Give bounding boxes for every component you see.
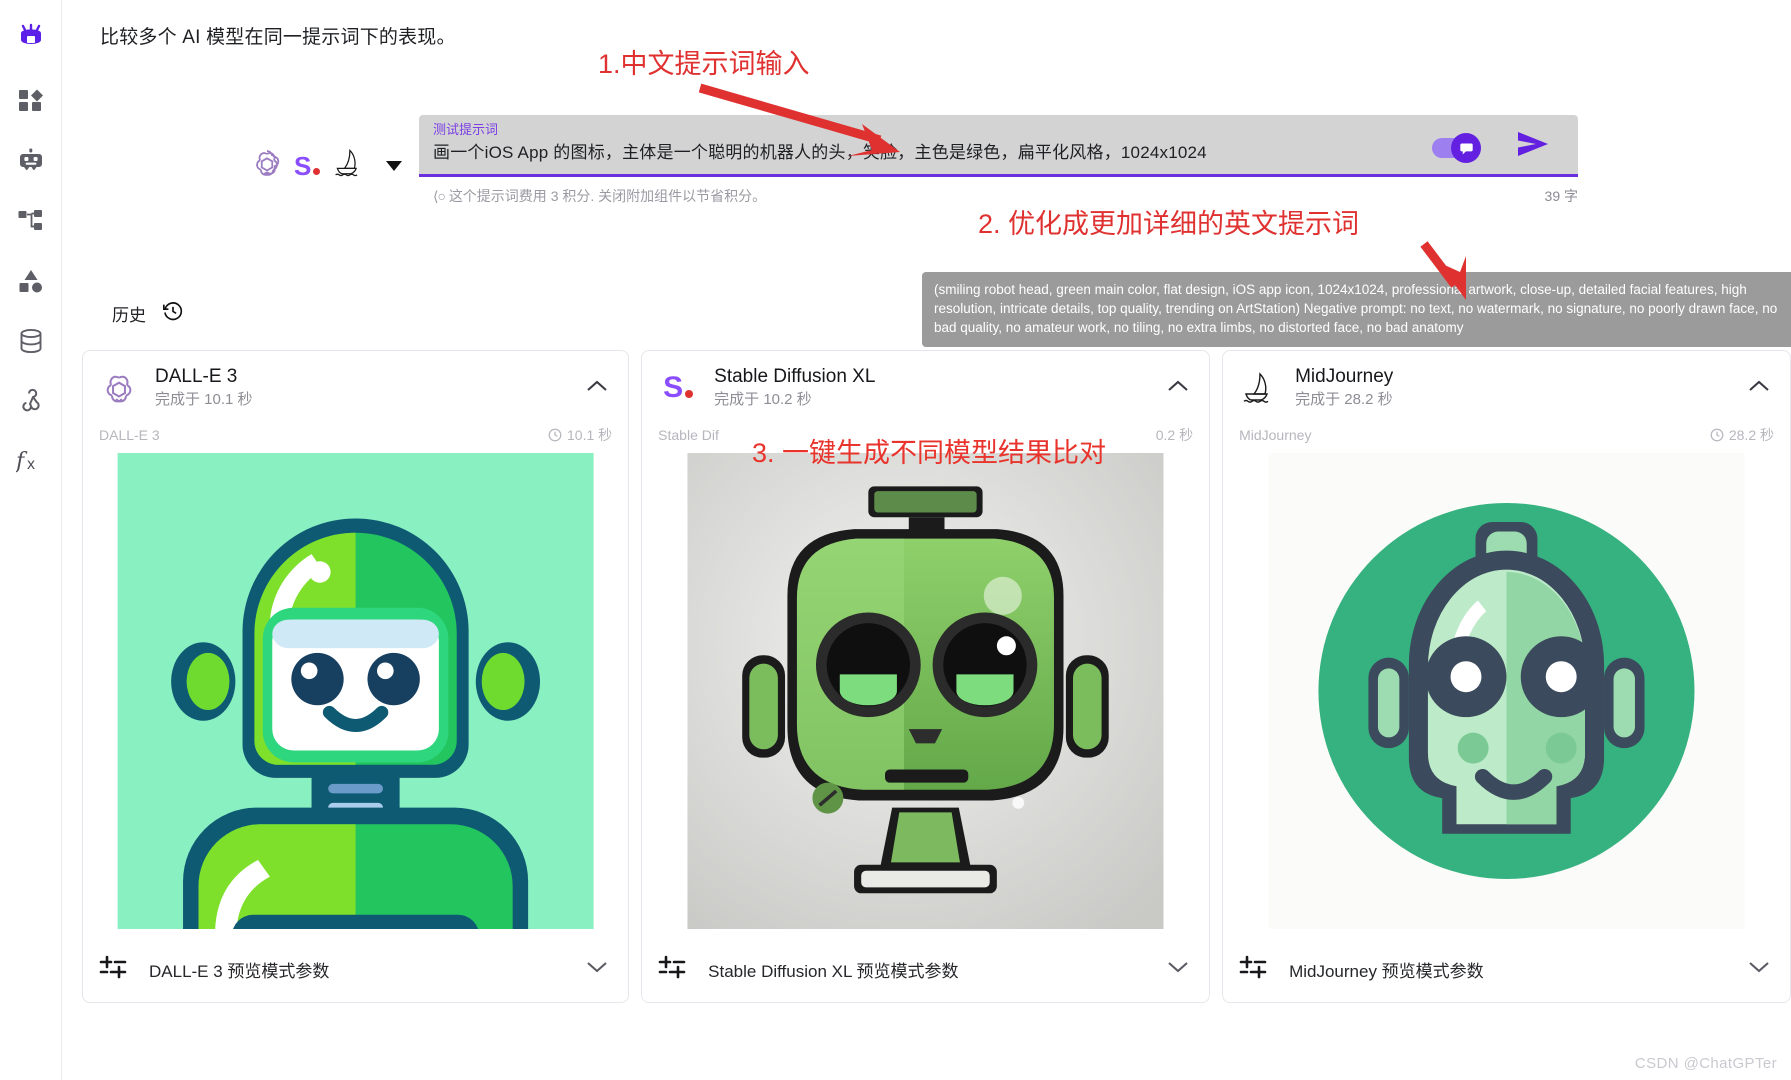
- clock-icon: [548, 428, 562, 442]
- clock-icon: [1710, 428, 1724, 442]
- expand-chevron-down-icon[interactable]: [582, 956, 612, 983]
- card-meta-model: DALL-E 3: [99, 427, 160, 443]
- addons-toggle[interactable]: [1432, 133, 1481, 163]
- logo-icon: [17, 21, 45, 49]
- toggle-knob[interactable]: [1451, 133, 1481, 163]
- midjourney-logo-icon: [1239, 372, 1279, 404]
- prompt-label: 测试提示词: [433, 122, 499, 137]
- sidebar-item-webhook[interactable]: [8, 376, 54, 426]
- card-footer-label: DALL-E 3 预览模式参数: [149, 962, 330, 981]
- card-header: MidJourney 完成于 28.2 秒: [1223, 351, 1790, 421]
- collapse-chevron-up-icon[interactable]: [582, 375, 612, 402]
- sidebar-item-database[interactable]: [8, 316, 54, 366]
- card-meta: MidJourney 28.2 秒: [1223, 421, 1790, 453]
- sidebar-item-workflow[interactable]: [8, 196, 54, 246]
- prompt-input[interactable]: 测试提示词 画一个iOS App 的图标，主体是一个聪明的机器人的头，笑脸，主色…: [419, 115, 1578, 177]
- card-meta-model: MidJourney: [1239, 427, 1312, 443]
- annotation-3-label: 3. 一键生成不同模型结果比对: [752, 438, 1107, 468]
- annotation-1-label: 1.中文提示词输入: [598, 49, 810, 79]
- card-footer[interactable]: MidJourney 预览模式参数: [1223, 939, 1790, 1002]
- midjourney-logo-icon: [332, 148, 366, 183]
- card-subtitle: 完成于 10.2 秒: [714, 391, 812, 408]
- main-content: 比较多个 AI 模型在同一提示词下的表现。 S 测试提示词 画一个iOS App…: [62, 0, 1791, 1080]
- generated-image-dalle3[interactable]: [99, 453, 612, 929]
- card-meta-duration: 10.1 秒: [548, 425, 612, 445]
- sidebar-item-dashboard[interactable]: [8, 76, 54, 126]
- database-icon: [18, 328, 44, 354]
- history-label: 历史: [112, 306, 146, 325]
- sparkle-icon: [1459, 142, 1473, 154]
- card-footer[interactable]: Stable Diffusion XL 预览模式参数: [642, 939, 1209, 1002]
- openai-logo-icon: [99, 371, 139, 405]
- generated-image-midjourney[interactable]: [1239, 453, 1774, 929]
- card-footer-label: Stable Diffusion XL 预览模式参数: [708, 962, 959, 981]
- result-card-midjourney: MidJourney 完成于 28.2 秒 MidJourney 28.2 秒: [1222, 350, 1791, 1003]
- generated-image-wrap: [83, 453, 628, 929]
- svg-text:x: x: [27, 456, 35, 473]
- card-subtitle: 完成于 28.2 秒: [1295, 391, 1393, 408]
- expand-chevron-down-icon[interactable]: [1163, 956, 1193, 983]
- credit-icon: ⟨○: [433, 188, 446, 204]
- send-button[interactable]: [1516, 129, 1550, 164]
- card-meta-duration: 0.2 秒: [1155, 427, 1194, 443]
- card-title: DALL-E 3: [155, 366, 238, 387]
- card-meta-model: Stable Dif: [658, 427, 719, 443]
- prompt-value[interactable]: 画一个iOS App 的图标，主体是一个聪明的机器人的头，笑脸，主色是绿色，扁平…: [433, 138, 1564, 168]
- sidebar-item-function[interactable]: ƒ x: [8, 436, 54, 486]
- card-title: MidJourney: [1295, 366, 1394, 387]
- history-clock-icon[interactable]: [162, 300, 184, 327]
- card-subtitle: 完成于 10.1 秒: [155, 391, 253, 408]
- generated-image-sdxl[interactable]: [658, 453, 1193, 929]
- annotation-2-label: 2. 优化成更加详细的英文提示词: [978, 209, 1360, 239]
- send-icon: [1518, 132, 1548, 156]
- card-footer[interactable]: DALL-E 3 预览模式参数: [83, 939, 628, 1002]
- credit-helper-label: 这个提示词费用 3 积分. 关闭附加组件以节省积分。: [448, 188, 767, 204]
- credit-helper-text: ⟨○ 这个提示词费用 3 积分. 关闭附加组件以节省积分。: [433, 186, 766, 206]
- model-dropdown-caret-icon[interactable]: [386, 160, 403, 171]
- stability-logo-icon: S: [294, 153, 321, 179]
- card-meta-duration: 28.2 秒: [1710, 425, 1774, 445]
- shapes-icon: [18, 268, 44, 294]
- settings-sliders-icon[interactable]: [658, 955, 686, 984]
- sidebar-item-agents[interactable]: [8, 136, 54, 186]
- card-meta: DALL-E 3 10.1 秒: [83, 421, 628, 453]
- function-icon: ƒ x: [16, 447, 46, 475]
- result-card-dalle3: DALL-E 3 完成于 10.1 秒 DALL-E 3 10.1 秒 DALL…: [82, 350, 630, 1003]
- generated-image-wrap: [642, 453, 1209, 929]
- card-footer-label: MidJourney 预览模式参数: [1289, 962, 1484, 981]
- workflow-icon: [18, 208, 44, 234]
- robot-icon: [18, 148, 44, 174]
- model-selector[interactable]: S: [252, 148, 403, 183]
- settings-sliders-icon[interactable]: [1239, 955, 1267, 984]
- collapse-chevron-up-icon[interactable]: [1744, 375, 1774, 402]
- optimized-prompt-tooltip: (smiling robot head, green main color, f…: [922, 272, 1791, 347]
- card-header: DALL-E 3 完成于 10.1 秒: [83, 351, 628, 421]
- openai-logo-icon: [252, 148, 282, 183]
- watermark: CSDN @ChatGPTer: [1634, 1055, 1777, 1072]
- dashboard-icon: [18, 88, 44, 114]
- card-title: Stable Diffusion XL: [714, 366, 876, 387]
- stability-logo-icon: S: [658, 373, 698, 403]
- settings-sliders-icon[interactable]: [99, 955, 127, 984]
- webhook-icon: [18, 388, 44, 414]
- sidebar-item-logo[interactable]: [8, 10, 54, 60]
- collapse-chevron-up-icon[interactable]: [1163, 375, 1193, 402]
- sidebar: ƒ x: [0, 0, 62, 1080]
- history-row[interactable]: 历史: [112, 300, 184, 327]
- card-header: S Stable Diffusion XL 完成于 10.2 秒: [642, 351, 1209, 421]
- expand-chevron-down-icon[interactable]: [1744, 956, 1774, 983]
- generated-image-wrap: [1223, 453, 1790, 929]
- char-count: 39 字: [1544, 188, 1578, 204]
- page-subtitle: 比较多个 AI 模型在同一提示词下的表现。: [100, 27, 456, 48]
- sidebar-item-shapes[interactable]: [8, 256, 54, 306]
